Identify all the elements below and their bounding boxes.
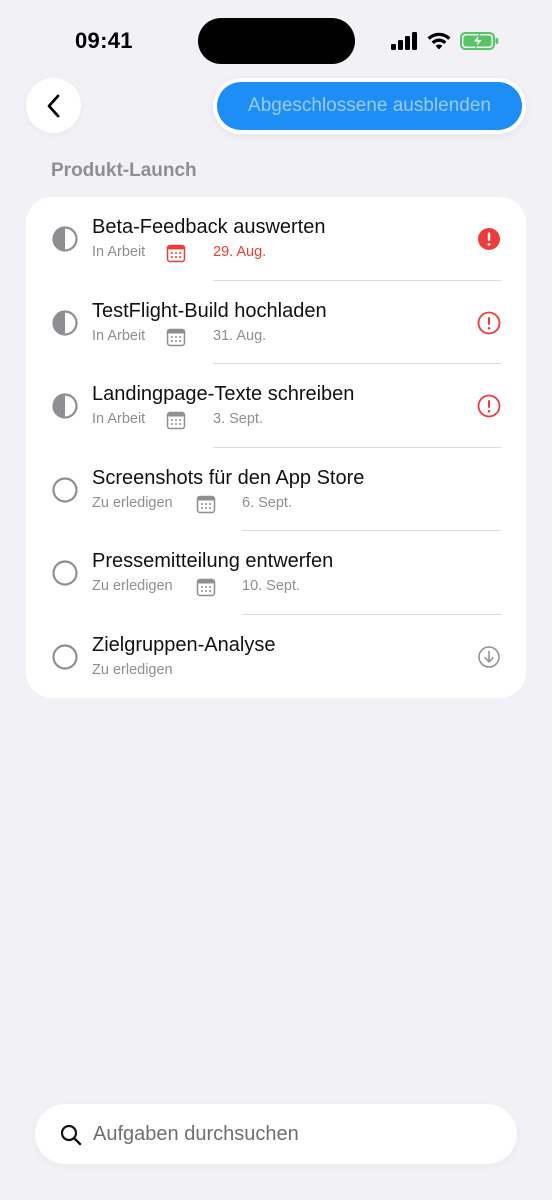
- wifi-icon: [427, 32, 451, 50]
- hide-completed-button[interactable]: Abgeschlossene ausblenden: [217, 82, 522, 130]
- todo-status-icon[interactable]: [52, 644, 78, 670]
- calendar-icon: [196, 578, 216, 597]
- task-list: Beta-Feedback auswerten In Arbeit 29. Au…: [26, 197, 526, 698]
- task-due-date: 31. Aug.: [213, 328, 267, 344]
- hide-completed-container: Abgeschlossene ausblenden: [213, 78, 526, 134]
- search-input[interactable]: [93, 1104, 493, 1164]
- task-due-date: 6. Sept.: [242, 495, 292, 511]
- calendar-icon: [166, 328, 186, 347]
- task-status: In Arbeit: [92, 328, 146, 344]
- task-status: In Arbeit: [92, 244, 146, 260]
- task-title: TestFlight-Build hochladen: [92, 300, 327, 322]
- task-due-date: 3. Sept.: [213, 411, 263, 427]
- todo-status-icon[interactable]: [52, 560, 78, 586]
- status-time: 09:41: [75, 28, 133, 53]
- back-button[interactable]: [26, 78, 81, 133]
- task-title: Landingpage-Texte schreiben: [92, 383, 355, 405]
- in-progress-status-icon[interactable]: [52, 226, 78, 252]
- task-row[interactable]: Landingpage-Texte schreiben In Arbeit 3.…: [26, 364, 526, 448]
- screen: 09:41 Abgeschlossene ausblenden Produkt-…: [0, 0, 552, 1200]
- task-row[interactable]: Beta-Feedback auswerten In Arbeit 29. Au…: [26, 197, 526, 281]
- task-row[interactable]: TestFlight-Build hochladen In Arbeit 31.…: [26, 281, 526, 365]
- calendar-icon: [196, 495, 216, 514]
- task-status: Zu erledigen: [92, 662, 173, 678]
- battery-charging-icon: [460, 32, 499, 50]
- task-row[interactable]: Zielgruppen-Analyse Zu erledigen: [26, 615, 526, 699]
- search-icon: [60, 1124, 82, 1146]
- task-status: In Arbeit: [92, 411, 146, 427]
- task-due-date: 10. Sept.: [242, 578, 301, 594]
- calendar-icon: [166, 244, 186, 263]
- task-row[interactable]: Pressemitteilung entwerfen Zu erledigen …: [26, 531, 526, 615]
- todo-status-icon[interactable]: [52, 477, 78, 503]
- task-title: Screenshots für den App Store: [92, 467, 365, 489]
- search-bar[interactable]: [35, 1104, 517, 1164]
- status-icons: [390, 30, 500, 52]
- cellular-signal-icon: [391, 32, 417, 50]
- in-progress-status-icon[interactable]: [52, 310, 78, 336]
- task-due-date: 29. Aug.: [213, 244, 267, 260]
- task-status: Zu erledigen: [92, 578, 173, 594]
- chevron-left-icon: [47, 94, 59, 117]
- in-progress-status-icon[interactable]: [52, 393, 78, 419]
- calendar-icon: [166, 411, 186, 430]
- high-priority-icon: [478, 228, 500, 250]
- task-title: Zielgruppen-Analyse: [92, 634, 276, 656]
- high-priority-icon: [477, 311, 501, 335]
- task-title: Pressemitteilung entwerfen: [92, 550, 334, 572]
- dynamic-island: [198, 18, 355, 64]
- high-priority-icon: [477, 394, 501, 418]
- section-title: Produkt-Launch: [51, 160, 197, 181]
- status-bar: 09:41: [0, 0, 552, 80]
- task-row[interactable]: Screenshots für den App Store Zu erledig…: [26, 448, 526, 532]
- task-status: Zu erledigen: [92, 495, 173, 511]
- low-priority-icon: [478, 646, 500, 668]
- task-title: Beta-Feedback auswerten: [92, 216, 326, 238]
